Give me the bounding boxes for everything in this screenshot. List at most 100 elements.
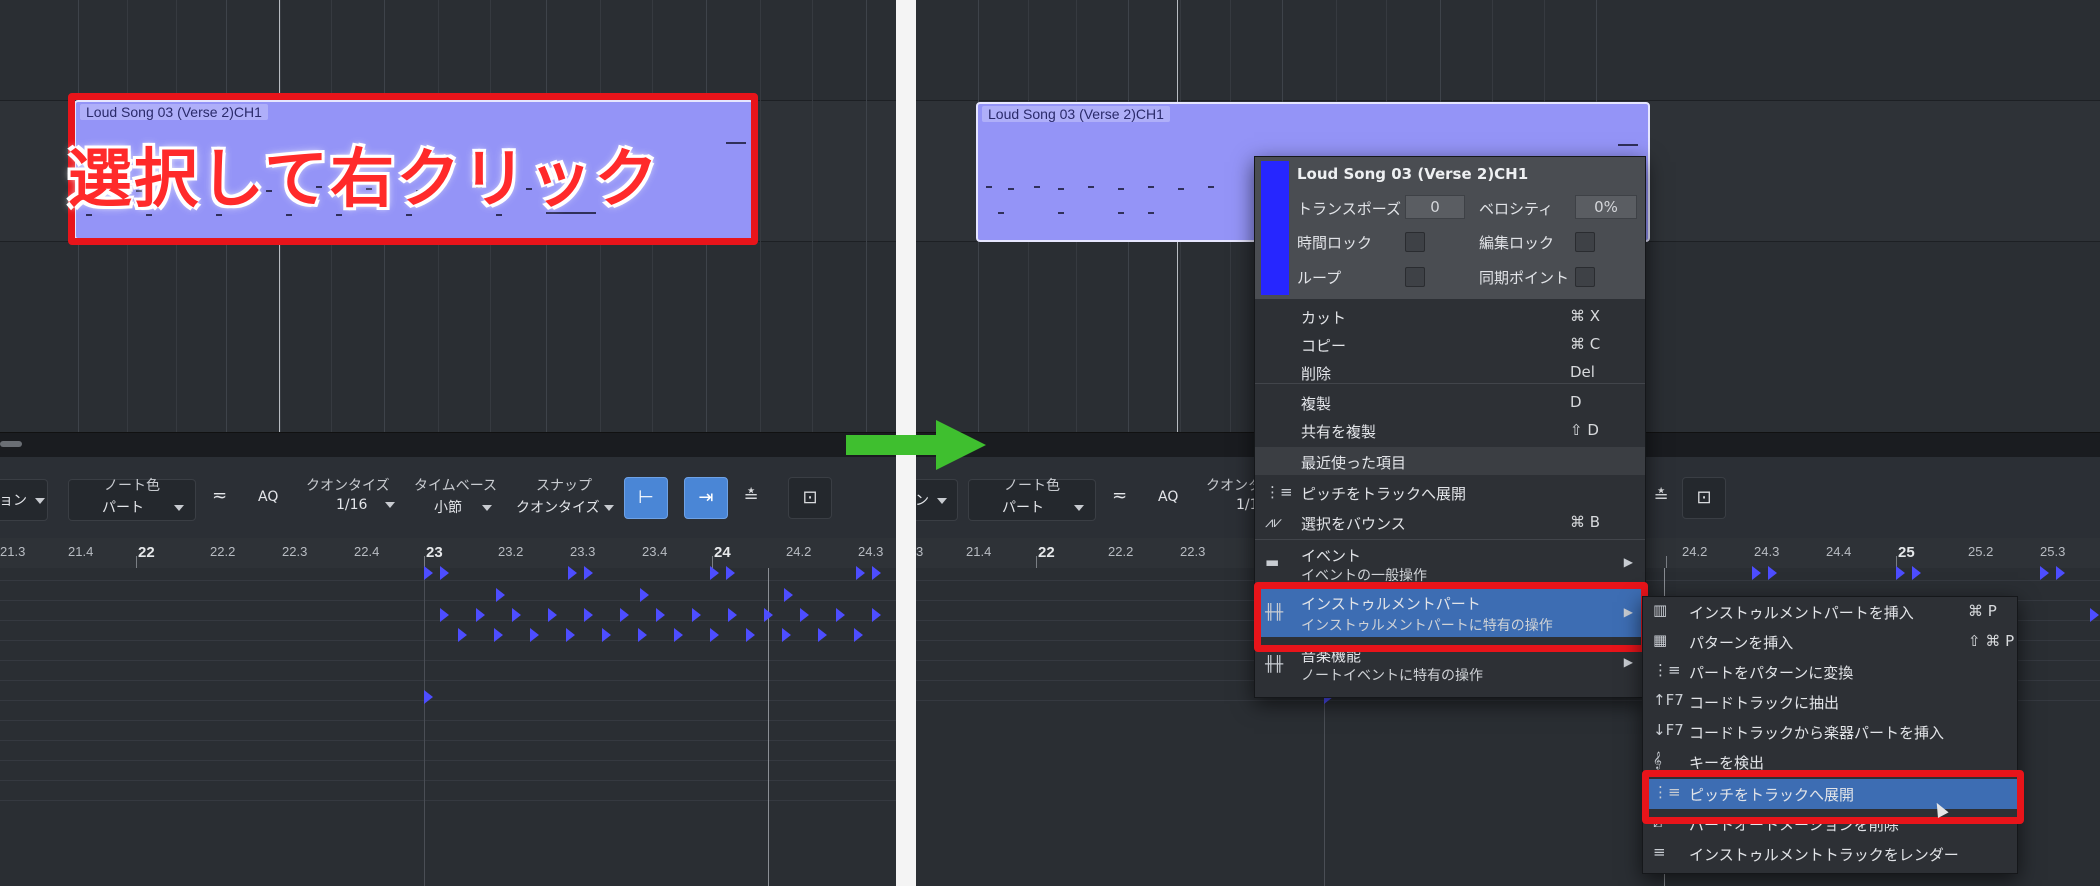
snap-to-grid-button[interactable]: ⊢ [624, 477, 668, 519]
menu-item-cut[interactable]: カット ⌘ X [1255, 301, 1645, 329]
follow-icon: ≛ [743, 486, 759, 507]
submenu-item-insert-from-chord-track[interactable]: ↓F7 コードトラックから楽器パートを挿入 [1643, 717, 2017, 747]
note-color-label: ノート色 [1004, 478, 1060, 494]
sync-point-checkbox[interactable] [1575, 267, 1595, 287]
target-button[interactable]: ⊡ [788, 477, 832, 519]
timebase-dropdown[interactable]: 小節 [434, 497, 492, 517]
scrollbar-thumb[interactable] [0, 441, 22, 447]
note-event[interactable] [872, 566, 881, 580]
note-event[interactable] [1768, 566, 1777, 580]
timeline-ruler[interactable]: 21.3 21.4 22 22.2 22.3 22.4 23 23.2 23.3… [0, 538, 896, 569]
note-event[interactable] [584, 566, 593, 580]
note-event[interactable] [656, 608, 665, 622]
treble-clef-icon: 𝄞 [1653, 751, 1662, 769]
quantize-wave-icon[interactable]: ≂ [1112, 485, 1127, 506]
note-event[interactable] [728, 608, 737, 622]
note-event[interactable] [440, 566, 449, 580]
note-event[interactable] [818, 628, 827, 642]
horizontal-scrollbar[interactable] [0, 432, 896, 457]
note-event[interactable] [530, 628, 539, 642]
note-event[interactable] [476, 608, 485, 622]
submenu-item-extract-chord-track[interactable]: ↑F7 コードトラックに抽出 [1643, 687, 2017, 717]
menu-separator [1255, 539, 1645, 540]
note-event[interactable] [602, 628, 611, 642]
recent-items-section: 最近使った項目 [1255, 447, 1645, 475]
transpose-field[interactable]: 0 [1405, 195, 1465, 219]
submenu-item-render-instrument-track[interactable]: ≡ インストゥルメントトラックをレンダー [1643, 839, 2017, 869]
quantize-wave-icon[interactable]: ≂ [212, 485, 227, 506]
loop-checkbox[interactable] [1405, 267, 1425, 287]
note-event[interactable] [2090, 608, 2099, 622]
scroll-follow-button[interactable]: ≛ [1640, 477, 1682, 517]
note-color-dropdown[interactable]: パート [102, 497, 184, 517]
chevron-down-icon [937, 498, 947, 504]
truncated-dropdown[interactable]: ン [916, 479, 958, 521]
note-event[interactable] [566, 628, 575, 642]
note-event[interactable] [620, 608, 629, 622]
menu-item-duplicate-shared[interactable]: 共有を複製 ⇧ D [1255, 417, 1645, 445]
aq-button[interactable]: AQ [258, 489, 278, 505]
submenu-item-insert-instrument-part[interactable]: ▥ インストゥルメントパートを挿入 ⌘ P [1643, 597, 2017, 627]
note-event[interactable] [512, 608, 521, 622]
snap-dropdown[interactable]: クオンタイズ [516, 497, 614, 517]
time-lock-checkbox[interactable] [1405, 232, 1425, 252]
piano-keys-icon: ▥ [1653, 601, 1668, 619]
menu-item-bounce-selection[interactable]: ⩘⩗ 選択をバウンス ⌘ B [1255, 507, 1645, 537]
truncated-dropdown[interactable]: ョン [0, 479, 48, 521]
piano-roll[interactable] [0, 566, 896, 886]
target-button[interactable]: ⊡ [1682, 477, 1726, 519]
velocity-field[interactable]: 0% [1575, 195, 1637, 219]
scroll-follow-button[interactable]: ≛ [730, 477, 772, 517]
menu-item-duplicate[interactable]: 複製 D [1255, 387, 1645, 417]
note-event[interactable] [710, 566, 719, 580]
note-event[interactable] [800, 608, 809, 622]
note-event[interactable] [1752, 566, 1761, 580]
note-event[interactable] [674, 628, 683, 642]
note-event[interactable] [496, 588, 505, 602]
note-event[interactable] [856, 566, 865, 580]
note-event[interactable] [1912, 566, 1921, 580]
note-event[interactable] [568, 566, 577, 580]
note-event[interactable] [424, 566, 433, 580]
note-event[interactable] [710, 628, 719, 642]
velocity-label: ベロシティ [1479, 200, 1554, 218]
menu-item-delete[interactable]: 削除 Del [1255, 357, 1645, 385]
note-event[interactable] [638, 628, 647, 642]
note-event[interactable] [584, 608, 593, 622]
aq-button[interactable]: AQ [1158, 489, 1178, 505]
explode-pitches-highlight-box [1642, 770, 2024, 824]
note-event[interactable] [440, 608, 449, 622]
note-event[interactable] [548, 608, 557, 622]
edit-lock-label: 編集ロック [1479, 234, 1555, 252]
menu-item-explode-pitches-recent[interactable]: ⋮≡ ピッチをトラックへ展開 [1255, 477, 1645, 507]
note-event[interactable] [2056, 566, 2065, 580]
note-event[interactable] [692, 608, 701, 622]
menu-item-event[interactable]: ▬ イベント イベントの一般操作 ▶ [1255, 541, 1645, 585]
submenu-item-convert-to-pattern[interactable]: ⋮≡ パートをパターンに変換 [1643, 657, 2017, 687]
menu-item-copy[interactable]: コピー ⌘ C [1255, 329, 1645, 357]
quantize-dropdown[interactable]: 1/16 [336, 497, 396, 513]
note-event[interactable] [746, 628, 755, 642]
note-event[interactable] [458, 628, 467, 642]
follow-icon: ≛ [1653, 486, 1669, 507]
note-event[interactable] [1896, 566, 1905, 580]
note-event[interactable] [836, 608, 845, 622]
note-event[interactable] [854, 628, 863, 642]
note-event[interactable] [782, 628, 791, 642]
bounce-icon: ⩘⩗ [1265, 513, 1282, 531]
part-color-swatch[interactable] [1261, 161, 1289, 295]
note-event[interactable] [726, 566, 735, 580]
note-event[interactable] [640, 588, 649, 602]
note-event[interactable] [494, 628, 503, 642]
note-event[interactable] [784, 588, 793, 602]
chord-extract-icon: ↑F7 [1653, 691, 1684, 709]
submenu-item-insert-pattern[interactable]: ▦ パターンを挿入 ⇧ ⌘ P [1643, 627, 2017, 657]
auto-scroll-button[interactable]: ⇥ [684, 477, 728, 519]
convert-pattern-icon: ⋮≡ [1653, 661, 1681, 679]
edit-lock-checkbox[interactable] [1575, 232, 1595, 252]
note-event[interactable] [872, 608, 881, 622]
note-event[interactable] [424, 690, 433, 704]
note-event[interactable] [2040, 566, 2049, 580]
note-color-dropdown[interactable]: パート [1002, 497, 1084, 517]
note-event[interactable] [764, 608, 773, 622]
